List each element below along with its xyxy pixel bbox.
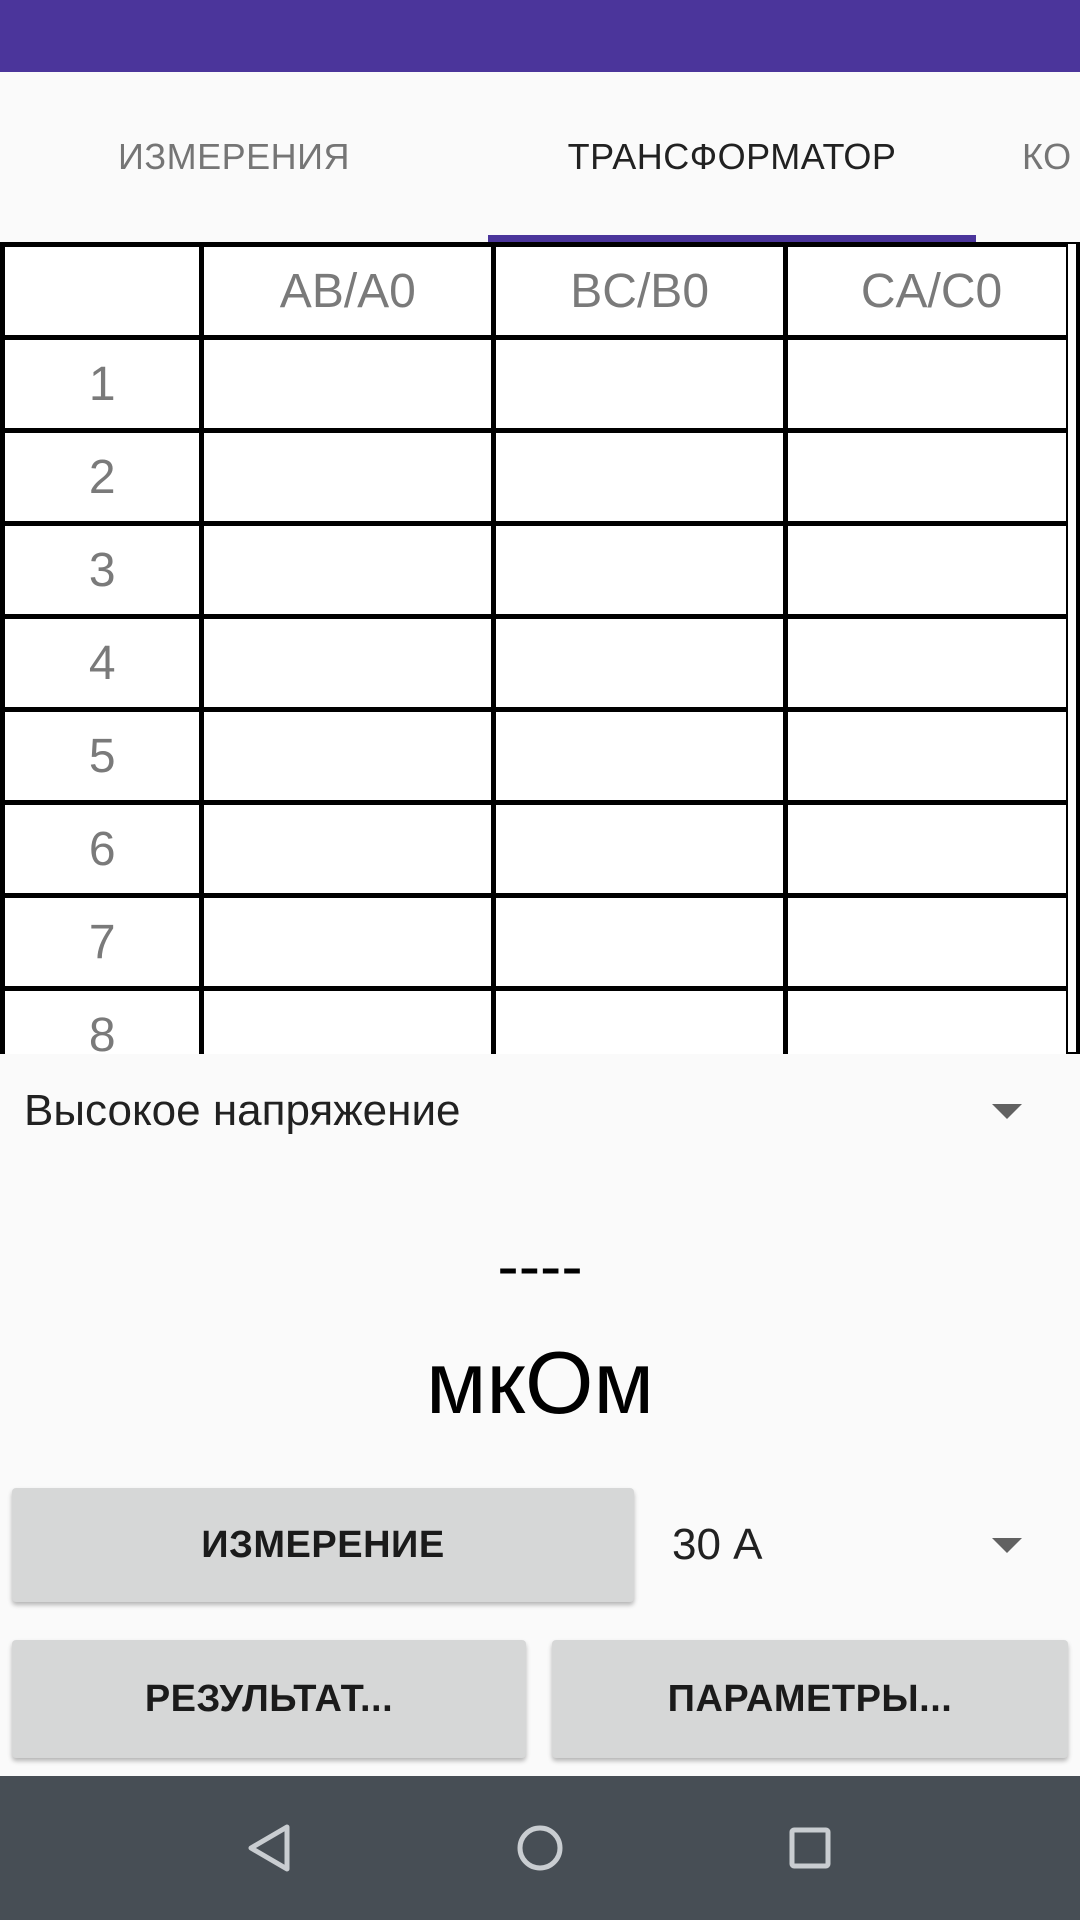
column-header: CA/C0 bbox=[783, 242, 1080, 340]
table-cell[interactable] bbox=[783, 428, 1080, 526]
table-cell[interactable] bbox=[783, 707, 1080, 805]
navigation-bar bbox=[0, 1776, 1080, 1920]
parameters-button[interactable]: ПАРАМЕТРЫ... bbox=[552, 1640, 1068, 1758]
table-cell[interactable] bbox=[783, 800, 1080, 898]
table-cell[interactable] bbox=[491, 986, 789, 1054]
table-cell[interactable] bbox=[783, 521, 1080, 619]
results-button[interactable]: РЕЗУЛЬТАТ... bbox=[12, 1640, 526, 1758]
corner-cell bbox=[0, 242, 205, 340]
chevron-down-icon bbox=[992, 1104, 1022, 1119]
table-cell[interactable] bbox=[491, 614, 789, 712]
table-cell[interactable] bbox=[783, 614, 1080, 712]
table-cell[interactable] bbox=[783, 335, 1080, 433]
results-grid: AB/A0 BC/B0 CA/C0 1 2 3 4 5 6 7 8 bbox=[0, 242, 1080, 1054]
tab-measurements[interactable]: ИЗМЕРЕНИЯ bbox=[0, 72, 468, 242]
row-label: 4 bbox=[0, 614, 205, 712]
table-row: 1 bbox=[0, 335, 1080, 433]
table-header-row: AB/A0 BC/B0 CA/C0 bbox=[0, 242, 1080, 340]
reading-unit: мкОм bbox=[426, 1333, 654, 1432]
table-cell[interactable] bbox=[199, 893, 497, 991]
table-cell[interactable] bbox=[783, 893, 1080, 991]
table-row: 8 bbox=[0, 986, 1080, 1054]
tab-transformer[interactable]: ТРАНСФОРМАТОР bbox=[488, 72, 976, 242]
table-cell[interactable] bbox=[199, 614, 497, 712]
back-triangle-icon[interactable] bbox=[230, 1808, 310, 1888]
row-label: 2 bbox=[0, 428, 205, 526]
column-header: BC/B0 bbox=[491, 242, 789, 340]
table-cell[interactable] bbox=[199, 428, 497, 526]
table-cell[interactable] bbox=[491, 521, 789, 619]
table-cell[interactable] bbox=[199, 707, 497, 805]
table-cell[interactable] bbox=[491, 707, 789, 805]
table-scrollbar[interactable] bbox=[1066, 242, 1078, 1054]
row-label: 5 bbox=[0, 707, 205, 805]
status-bar bbox=[0, 0, 1080, 72]
tab-third[interactable]: КО bbox=[1022, 72, 1080, 242]
table-row: 7 bbox=[0, 893, 1080, 991]
current-select[interactable]: 30 А bbox=[650, 1488, 1080, 1602]
current-select-value: 30 А bbox=[672, 1520, 763, 1569]
winding-select-value: Высокое напряжение bbox=[24, 1086, 461, 1135]
table-cell[interactable] bbox=[199, 335, 497, 433]
table-cell[interactable] bbox=[199, 521, 497, 619]
table-row: 6 bbox=[0, 800, 1080, 898]
table-cell[interactable] bbox=[783, 986, 1080, 1054]
row-label: 8 bbox=[0, 986, 205, 1054]
table-cell[interactable] bbox=[199, 800, 497, 898]
row-label: 6 bbox=[0, 800, 205, 898]
table-cell[interactable] bbox=[491, 335, 789, 433]
tab-indicator bbox=[488, 235, 976, 242]
tab-bar: ИЗМЕРЕНИЯ ТРАНСФОРМАТОР КО bbox=[0, 72, 1080, 242]
home-circle-icon[interactable] bbox=[500, 1808, 580, 1888]
table-cell[interactable] bbox=[491, 800, 789, 898]
row-label: 1 bbox=[0, 335, 205, 433]
table-cell[interactable] bbox=[199, 986, 497, 1054]
winding-select[interactable]: Высокое напряжение bbox=[0, 1054, 1080, 1168]
row-label: 7 bbox=[0, 893, 205, 991]
reading-value: ---- bbox=[497, 1230, 583, 1302]
chevron-down-icon bbox=[992, 1538, 1022, 1553]
table-cell[interactable] bbox=[491, 428, 789, 526]
results-table[interactable]: AB/A0 BC/B0 CA/C0 1 2 3 4 5 6 7 8 bbox=[0, 242, 1080, 1054]
column-header: AB/A0 bbox=[199, 242, 497, 340]
table-cell[interactable] bbox=[491, 893, 789, 991]
row-label: 3 bbox=[0, 521, 205, 619]
table-row: 3 bbox=[0, 521, 1080, 619]
table-row: 4 bbox=[0, 614, 1080, 712]
measure-button[interactable]: ИЗМЕРЕНИЕ bbox=[12, 1488, 634, 1602]
table-row: 2 bbox=[0, 428, 1080, 526]
recents-square-icon[interactable] bbox=[770, 1808, 850, 1888]
table-row: 5 bbox=[0, 707, 1080, 805]
